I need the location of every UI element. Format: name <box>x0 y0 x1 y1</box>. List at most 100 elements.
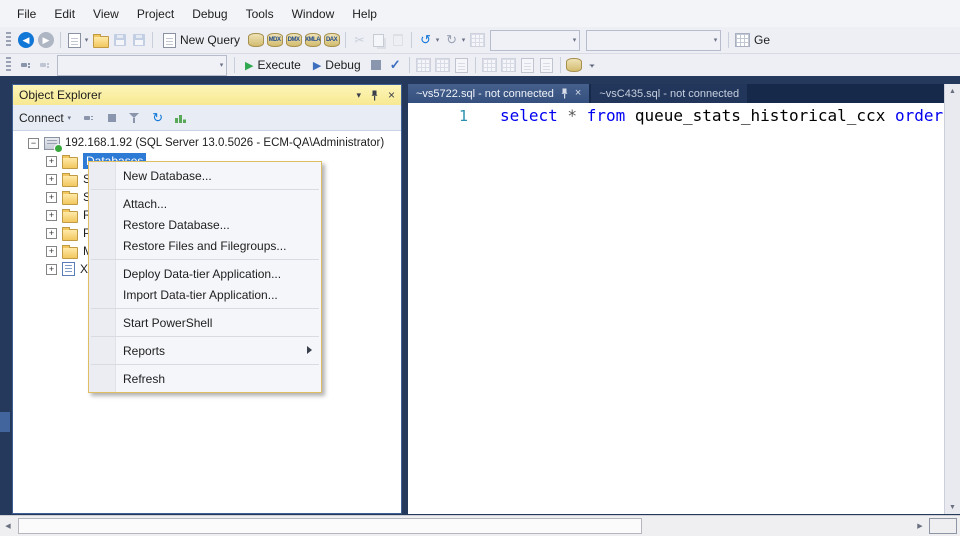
dmx-query-icon[interactable]: DMX <box>284 31 303 50</box>
undo-icon[interactable] <box>416 31 435 50</box>
dax-query-icon[interactable]: DAX <box>322 31 341 50</box>
menu-item-attach[interactable]: Attach... <box>89 193 321 214</box>
menu-item-refresh[interactable]: Refresh <box>89 368 321 389</box>
scroll-up-icon[interactable]: ▲ <box>945 84 960 98</box>
paste-icon[interactable] <box>388 31 407 50</box>
folder-icon <box>62 175 78 187</box>
database-combobox[interactable] <box>57 55 227 76</box>
toolbar-overflow-icon[interactable] <box>590 61 595 69</box>
script-icon[interactable] <box>468 31 487 50</box>
indent-icon[interactable] <box>518 56 537 75</box>
menu-tools[interactable]: Tools <box>237 2 283 26</box>
combobox-dropdown-icon[interactable] <box>711 31 720 50</box>
truncated-toolbar-label[interactable]: Ge <box>754 33 770 47</box>
scroll-left-icon[interactable]: ◀ <box>0 516 16 536</box>
save-all-icon[interactable] <box>129 31 148 50</box>
toolbar-combobox-1[interactable] <box>490 30 580 51</box>
toolbar-combobox-2[interactable] <box>586 30 721 51</box>
results-grid-icon[interactable] <box>414 56 433 75</box>
toolbar-grip[interactable] <box>6 57 11 73</box>
pin-icon[interactable] <box>370 90 379 101</box>
menu-bar: File Edit View Project Debug Tools Windo… <box>0 0 960 28</box>
navigate-backward-icon[interactable] <box>18 32 34 48</box>
menu-item-restore-files[interactable]: Restore Files and Filegroups... <box>89 235 321 256</box>
combobox-dropdown-icon[interactable] <box>217 56 226 75</box>
toolbar-separator <box>234 57 235 73</box>
stop-icon[interactable] <box>104 110 120 126</box>
cut-icon[interactable] <box>350 31 369 50</box>
redo-icon[interactable] <box>442 31 461 50</box>
expand-icon[interactable] <box>46 210 57 221</box>
debug-button[interactable]: Debug <box>307 55 367 75</box>
left-edge-accent <box>0 412 10 432</box>
connect-dropdown-icon[interactable] <box>65 108 74 127</box>
new-query-button[interactable]: New Query <box>157 30 246 50</box>
parse-query-icon[interactable] <box>386 56 405 75</box>
menu-item-import-data-tier[interactable]: Import Data-tier Application... <box>89 284 321 305</box>
open-file-icon[interactable] <box>91 31 110 50</box>
menu-item-reports[interactable]: Reports <box>89 340 321 361</box>
navigate-forward-icon[interactable] <box>38 32 54 48</box>
sql-editor[interactable]: 1 select * from queue_stats_historical_c… <box>408 103 945 514</box>
expand-icon[interactable] <box>46 228 57 239</box>
connect-database-icon[interactable] <box>16 56 35 75</box>
sql-keyword: from <box>587 106 626 125</box>
expand-icon[interactable] <box>46 156 57 167</box>
menu-edit[interactable]: Edit <box>45 2 84 26</box>
activity-monitor-icon[interactable] <box>173 110 189 126</box>
expand-icon[interactable] <box>46 246 57 257</box>
outdent-icon[interactable] <box>537 56 556 75</box>
execute-button[interactable]: Execute <box>239 55 307 75</box>
scroll-right-icon[interactable]: ▶ <box>912 516 928 536</box>
combobox-dropdown-icon[interactable] <box>570 31 579 50</box>
expand-icon[interactable] <box>46 174 57 185</box>
change-connection-icon[interactable] <box>35 56 54 75</box>
menu-item-restore-database[interactable]: Restore Database... <box>89 214 321 235</box>
results-file-icon[interactable] <box>452 56 471 75</box>
toolbar-grip[interactable] <box>6 32 11 48</box>
menu-view[interactable]: View <box>84 2 128 26</box>
menu-project[interactable]: Project <box>128 2 183 26</box>
menu-debug[interactable]: Debug <box>183 2 236 26</box>
tree-node-server[interactable]: 192.168.1.92 (SQL Server 13.0.5026 - ECM… <box>13 134 401 152</box>
cancel-query-icon[interactable] <box>367 56 386 75</box>
xmla-query-icon[interactable]: XMLA <box>303 31 322 50</box>
connect-button[interactable]: Connect <box>19 108 74 127</box>
menu-help[interactable]: Help <box>343 2 386 26</box>
menu-separator <box>91 189 319 190</box>
menu-item-new-database[interactable]: New Database... <box>89 165 321 186</box>
horizontal-scrollbar-thumb[interactable] <box>18 518 642 534</box>
menu-window[interactable]: Window <box>283 2 344 26</box>
copy-icon[interactable] <box>369 31 388 50</box>
object-explorer-title-bar[interactable]: Object Explorer ▾ × <box>13 85 401 105</box>
mdx-query-icon[interactable]: MDX <box>265 31 284 50</box>
results-text-icon[interactable] <box>433 56 452 75</box>
expand-icon[interactable] <box>46 192 57 203</box>
close-tab-icon[interactable]: × <box>575 88 581 99</box>
debug-play-icon <box>313 58 321 72</box>
menu-item-deploy-data-tier[interactable]: Deploy Data-tier Application... <box>89 263 321 284</box>
editor-vertical-scrollbar[interactable]: ▲ ▼ <box>944 84 960 514</box>
comment-icon[interactable] <box>480 56 499 75</box>
database-engine-query-icon[interactable] <box>246 31 265 50</box>
expand-icon[interactable] <box>46 264 57 275</box>
collapse-icon[interactable] <box>28 138 39 149</box>
tab-vs5722[interactable]: ~vs5722.sql - not connected × <box>408 84 589 103</box>
horizontal-scrollbar[interactable]: ◀ ▶ <box>0 515 960 536</box>
window-layout-icon[interactable] <box>733 31 752 50</box>
menu-item-start-powershell[interactable]: Start PowerShell <box>89 312 321 333</box>
pin-icon[interactable] <box>560 88 569 99</box>
refresh-icon[interactable] <box>150 110 166 126</box>
menu-file[interactable]: File <box>8 2 45 26</box>
disconnect-icon[interactable] <box>81 110 97 126</box>
scroll-down-icon[interactable]: ▼ <box>945 500 960 514</box>
window-position-icon[interactable]: ▾ <box>356 90 361 101</box>
filter-icon[interactable] <box>127 110 143 126</box>
intellisense-icon[interactable] <box>565 56 584 75</box>
close-icon[interactable]: × <box>388 88 395 102</box>
save-icon[interactable] <box>110 31 129 50</box>
uncomment-icon[interactable] <box>499 56 518 75</box>
object-explorer-toolbar: Connect <box>13 105 401 131</box>
new-file-icon[interactable] <box>65 31 84 50</box>
tab-vsC435[interactable]: ~vsC435.sql - not connected <box>591 84 747 103</box>
